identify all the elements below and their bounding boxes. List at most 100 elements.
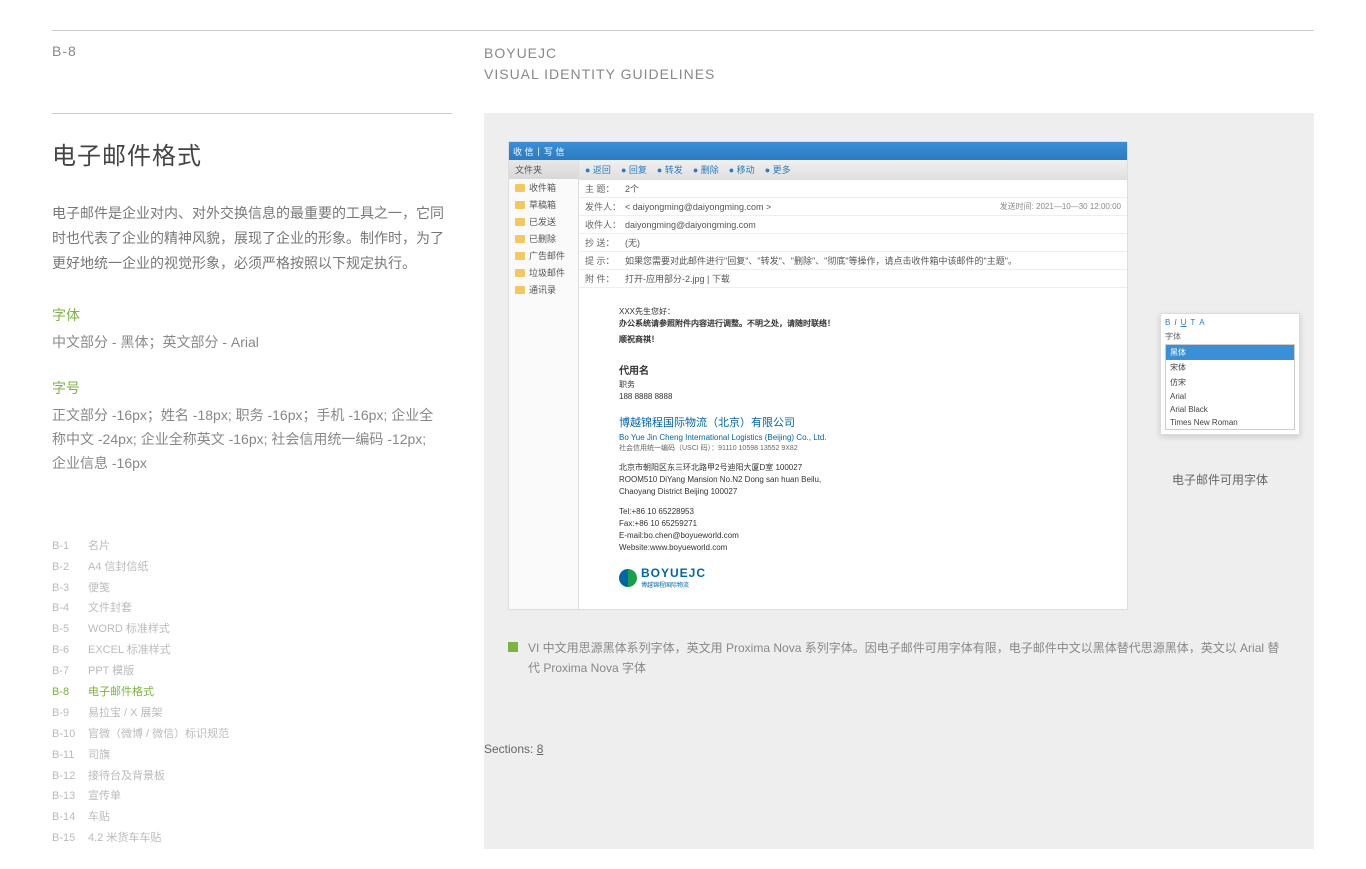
note-bullet-icon <box>508 642 518 652</box>
tip-val: 如果您需要对此邮件进行"回复"、"转发"、"删除"、"彻底"等操作，请点击收件箱… <box>625 254 1121 267</box>
top-rule <box>52 30 1314 31</box>
toc-item-B-4[interactable]: B-4文件封套 <box>52 598 444 619</box>
email-client-mock: 收 信 | 写 信 文件夹 收件箱草稿箱已发送已删除广告邮件垃圾邮件通讯录 ● … <box>508 141 1128 610</box>
folder-item: 广告邮件 <box>509 247 578 264</box>
page-code: B-8 <box>52 43 484 85</box>
att-label: 附 件： <box>585 272 625 285</box>
header: B-8 BOYUEJC VISUAL IDENTITY GUIDELINES <box>52 43 1314 85</box>
toc-item-B-1[interactable]: B-1名片 <box>52 536 444 557</box>
sig-name: 代用名 <box>619 364 1087 379</box>
att-val: 打开-应用部分-2.jpg | 下载 <box>625 272 1121 285</box>
folder-icon <box>515 252 525 260</box>
folder-icon <box>515 201 525 209</box>
font-option: Arial Black <box>1166 403 1294 416</box>
folder-item: 通讯录 <box>509 281 578 298</box>
toc-item-B-11[interactable]: B-11司旗 <box>52 745 444 766</box>
folder-item: 草稿箱 <box>509 196 578 213</box>
action-返回: ● 返回 <box>585 163 611 176</box>
font-option: 仿宋 <box>1166 375 1294 390</box>
font-option: 宋体 <box>1166 360 1294 375</box>
from-label: 发件人： <box>585 200 625 213</box>
font-popup: BIUTA 字体 黑体宋体仿宋ArialArial BlackTimes New… <box>1160 313 1300 435</box>
brand-name: BOYUEJC <box>484 43 1314 64</box>
action-移动: ● 移动 <box>729 163 755 176</box>
to-val: daiyongming@daiyongming.com <box>625 220 1121 230</box>
toc-item-B-12[interactable]: B-12接待台及背景板 <box>52 766 444 787</box>
actions-bar: ● 返回 ● 回复 ● 转发 ● 删除 ● 移动 ● 更多 <box>579 160 1127 180</box>
toc-item-B-14[interactable]: B-14车贴 <box>52 807 444 828</box>
intro-text: 电子邮件是企业对内、对外交换信息的最重要的工具之一，它同时也代表了企业的精神风貌… <box>52 201 444 277</box>
popup-caption: 电子邮件可用字体 <box>1150 471 1290 488</box>
folder-icon <box>515 184 525 192</box>
size-text: 正文部分 -16px；姓名 -18px; 职务 -16px；手机 -16px; … <box>52 404 444 475</box>
sig-company-cn: 博越锦程国际物流（北京）有限公司 <box>619 415 1087 432</box>
action-更多: ● 更多 <box>765 163 791 176</box>
body-line2: 顺祝商祺！ <box>619 334 1087 346</box>
sig-uscc: 社会信用统一编码（USCI 码）：91110 10598 13552 9X82 <box>619 444 1087 455</box>
size-heading: 字号 <box>52 378 444 398</box>
toc-item-B-3[interactable]: B-3便笺 <box>52 578 444 599</box>
font-heading: 字体 <box>52 305 444 325</box>
sig-addr-cn: 北京市朝阳区东三环北路甲2号迪阳大厦D室 100027 <box>619 462 1087 474</box>
sig-tel: Tel:+86 10 65228953 <box>619 506 1087 518</box>
toc-item-B-7[interactable]: B-7PPT 模版 <box>52 661 444 682</box>
toc-item-B-10[interactable]: B-10官微（微博 / 微信）标识规范 <box>52 724 444 745</box>
folder-icon <box>515 218 525 226</box>
note-text: VI 中文用思源黑体系列字体，英文用 Proxima Nova 系列字体。因电子… <box>528 638 1290 679</box>
sig-role: 职务 <box>619 379 1087 391</box>
subject-label: 主 题： <box>585 182 625 195</box>
sig-phone: 188 8888 8888 <box>619 391 1087 403</box>
logo-text: BOYUEJC <box>641 564 706 582</box>
folder-icon <box>515 286 525 294</box>
sig-company-en: Bo Yue Jin Cheng International Logistics… <box>619 432 1087 444</box>
folder-icon <box>515 235 525 243</box>
toc-item-B-8[interactable]: B-8电子邮件格式 <box>52 682 444 703</box>
to-label: 收件人： <box>585 218 625 231</box>
popup-toolbar: BIUTA <box>1165 318 1295 327</box>
logo: BOYUEJC 博越锦程国际物流 <box>619 564 1087 591</box>
compose-btn: 写 信 <box>544 145 565 158</box>
popup-header: 字体 <box>1165 331 1295 342</box>
body-line1: 办公系统请参照附件内容进行调整。不明之处，请随时联络！ <box>619 318 1087 330</box>
sig-email: E-mail:bo.chen@boyueworld.com <box>619 530 1087 542</box>
send-time: 发送时间: 2021—10—30 12:00:00 <box>1000 201 1121 212</box>
action-转发: ● 转发 <box>657 163 683 176</box>
email-body: XXX先生您好： 办公系统请参照附件内容进行调整。不明之处，请随时联络！ 顺祝商… <box>579 288 1127 609</box>
logo-cn: 博越锦程国际物流 <box>641 582 706 591</box>
sig-fax: Fax:+86 10 65259271 <box>619 518 1087 530</box>
brand-sub: VISUAL IDENTITY GUIDELINES <box>484 64 1314 85</box>
logo-icon <box>619 569 637 587</box>
greeting: XXX先生您好： <box>619 306 1087 318</box>
sig-addr-en2: Chaoyang District Beijing 100027 <box>619 486 1087 498</box>
action-回复: ● 回复 <box>621 163 647 176</box>
folder-item: 垃圾邮件 <box>509 264 578 281</box>
font-option: 黑体 <box>1166 345 1294 360</box>
sig-addr-en1: ROOM510 DiYang Mansion No.N2 Dong san hu… <box>619 474 1087 486</box>
toc-item-B-15[interactable]: B-154.2 米货车车贴 <box>52 828 444 849</box>
folder-icon <box>515 269 525 277</box>
font-text: 中文部分 - 黑体；英文部分 - Arial <box>52 331 444 355</box>
from-val: < daiyongming@daiyongming.com > <box>625 202 1000 212</box>
folder-item: 收件箱 <box>509 179 578 196</box>
tip-label: 提 示： <box>585 254 625 267</box>
footnote: VI 中文用思源黑体系列字体，英文用 Proxima Nova 系列字体。因电子… <box>508 638 1290 679</box>
font-option: Arial <box>1166 390 1294 403</box>
toc-item-B-9[interactable]: B-9易拉宝 / X 展架 <box>52 703 444 724</box>
font-option: Times New Roman <box>1166 416 1294 429</box>
toc-item-B-2[interactable]: B-2A4 信封信纸 <box>52 557 444 578</box>
page-title: 电子邮件格式 <box>52 136 444 171</box>
subject-val: 2个 <box>625 182 1121 195</box>
inbox-btn: 收 信 <box>513 145 534 158</box>
toc: B-1名片B-2A4 信封信纸B-3便笺B-4文件封套B-5WORD 标准样式B… <box>52 536 444 849</box>
toc-item-B-13[interactable]: B-13宣传单 <box>52 786 444 807</box>
toc-item-B-6[interactable]: B-6EXCEL 标准样式 <box>52 640 444 661</box>
toc-item-B-5[interactable]: B-5WORD 标准样式 <box>52 619 444 640</box>
folders-header: 文件夹 <box>509 160 578 179</box>
sig-web: Website:www.boyueworld.com <box>619 542 1087 554</box>
left-rule <box>52 113 452 114</box>
client-titlebar: 收 信 | 写 信 <box>509 142 1127 160</box>
sections-label: Sections: 8 <box>484 742 543 756</box>
folder-item: 已删除 <box>509 230 578 247</box>
cc-val: (无) <box>625 236 1121 249</box>
action-删除: ● 删除 <box>693 163 719 176</box>
